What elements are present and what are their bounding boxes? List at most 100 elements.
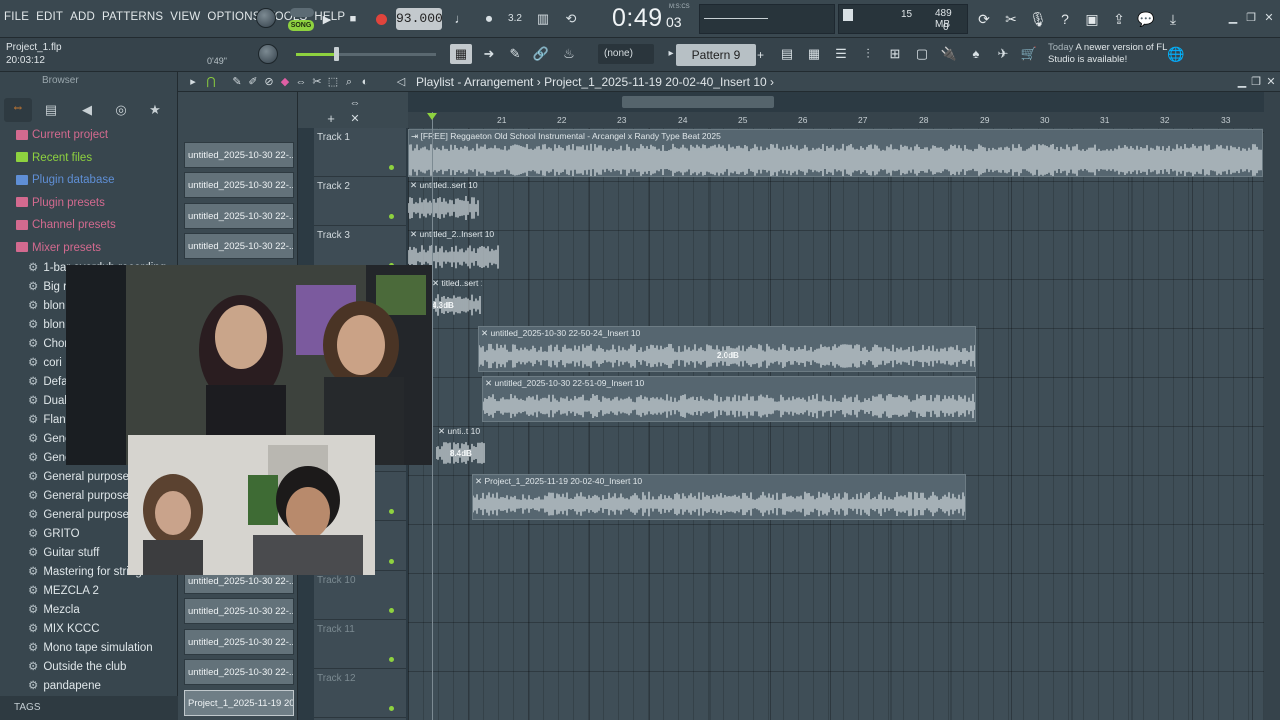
tuner-icon[interactable]: ♠ (965, 44, 987, 64)
stamp-icon[interactable]: ♨ (558, 44, 580, 64)
picker-clip-item[interactable]: untitled_2025-10-30 22-... (184, 598, 294, 624)
mixer-preset-item[interactable]: pandapene (0, 677, 178, 696)
mixer-preset-item[interactable]: MIX KCCC (0, 620, 178, 639)
track-header[interactable]: Track 11 (314, 620, 406, 669)
song-mode-toggle[interactable]: SONG (288, 20, 314, 31)
play-selection-icon[interactable]: ◐ (358, 75, 372, 89)
browser-speaker-tab[interactable]: ◀ (76, 101, 98, 119)
link-icon[interactable]: 🔗 (530, 44, 552, 64)
master-pitch-slider[interactable] (296, 47, 436, 61)
audio-clip[interactable]: ✕ untitled_2025-10-30 22-51-09_Insert 10 (482, 376, 976, 422)
news-panel[interactable]: Today A newer version of FL Studio is av… (1048, 42, 1168, 66)
download-icon[interactable]: ⤓ (1162, 9, 1184, 29)
browser-plugins-tab[interactable]: ◎ (110, 101, 132, 119)
track-header[interactable]: Track 1 (314, 128, 406, 177)
picker-clip-item[interactable]: untitled_2025-10-30 22-... (184, 659, 294, 685)
brush-icon[interactable]: ✎ (504, 44, 526, 64)
step-edit-icon[interactable]: ▥ (532, 9, 554, 29)
tags-bar[interactable]: TAGS (0, 696, 178, 720)
track-mute-led[interactable] (389, 558, 394, 564)
audio-clip[interactable]: ✕ titled..sert 10 4.3dB (430, 277, 482, 321)
picker-clip-item[interactable]: untitled_2025-10-30 22-... (184, 172, 294, 198)
browser-item-recent-files[interactable]: Recent files (0, 147, 178, 170)
mixer-icon[interactable]: ⫶ (857, 44, 879, 64)
menu-view[interactable]: VIEW (170, 11, 200, 23)
master-volume-knob[interactable] (256, 8, 276, 28)
zoom-icon[interactable]: ⌕ (342, 75, 356, 89)
menu-edit[interactable]: EDIT (36, 11, 63, 23)
menu-options[interactable]: OPTIONS (207, 11, 260, 23)
audio-clip[interactable]: ⇥ [FREE] Reggaeton Old School Instrument… (408, 129, 1263, 177)
pattern-mode-toggle[interactable] (290, 8, 314, 17)
picker-clip-item[interactable]: untitled_2025-10-30 22-... (184, 629, 294, 655)
plugin-icon[interactable]: 🔌 (938, 44, 960, 64)
cut-icon[interactable]: ✂ (1000, 9, 1022, 29)
browser-all-tab[interactable]: ⇔ (4, 98, 32, 122)
chat-icon[interactable]: 💬 (1135, 9, 1157, 29)
channel-rack-icon[interactable]: ☰ (830, 44, 852, 64)
add-pattern-button[interactable]: + (757, 44, 769, 66)
tempo-display[interactable]: 93.000 (396, 8, 443, 30)
loop-record-icon[interactable]: ⟲ (560, 9, 582, 29)
oscilloscope-monitor[interactable] (699, 4, 835, 34)
sample-icon[interactable]: ✈ (992, 44, 1014, 64)
track-header[interactable]: Track 2 (314, 177, 406, 227)
song-time[interactable]: 0:49 (612, 4, 663, 33)
slip-icon[interactable]: ⇔ (294, 75, 308, 89)
track-mute-led[interactable] (389, 214, 394, 220)
track-mute-led[interactable] (389, 706, 394, 712)
close-icon[interactable]: ✕ (1262, 11, 1276, 25)
pencil-icon[interactable]: ✎ (230, 75, 244, 89)
track-header[interactable]: Track 12 (314, 669, 406, 719)
mic-icon[interactable]: 🎙 (1027, 9, 1049, 29)
piano-roll-icon[interactable]: ▦ (803, 44, 825, 64)
playlist-restore-icon[interactable]: ❐ (1249, 75, 1263, 89)
mixer-preset-item[interactable]: MEZCLA 2 (0, 582, 178, 601)
delete-icon[interactable]: ⊘ (262, 75, 276, 89)
snap-select[interactable]: (none) (598, 44, 654, 64)
mute-icon[interactable]: ◆ (278, 75, 292, 89)
picker-clip-item[interactable]: Project_1_2025-11-19 20... (184, 690, 294, 716)
browser-item-current-project[interactable]: Current project (0, 124, 178, 147)
menu-add[interactable]: ADD (70, 11, 95, 23)
cpu-memory-panel[interactable]: 15 489 MB 0 (838, 4, 968, 34)
pitch-knob[interactable] (258, 44, 278, 64)
track-mute-led[interactable] (389, 509, 394, 515)
mixer-preset-item[interactable]: Outside the club (0, 658, 178, 677)
picker-clip-item[interactable]: untitled_2025-10-30 22-... (184, 203, 294, 229)
export-icon[interactable]: ⇪ (1108, 9, 1130, 29)
browser-star-tab[interactable]: ★ (144, 101, 166, 119)
remove-track-icon[interactable]: ✕ (348, 112, 362, 126)
menu-patterns[interactable]: PATTERNS (102, 11, 163, 23)
audio-clip[interactable]: ✕ untitled_2025-10-30 22-50-24_Insert 10… (478, 326, 976, 372)
metronome-icon[interactable]: ♩ (450, 9, 472, 29)
minimize-icon[interactable]: ▁ (1226, 11, 1240, 25)
playlist-close-icon[interactable]: ✕ (1264, 75, 1278, 89)
stop-button[interactable]: ■ (342, 8, 364, 30)
timeline-ruler[interactable]: 21 22 23 24 25 26 27 28 29 30 31 32 33 (408, 112, 1264, 128)
globe-icon[interactable]: 🌐 (1165, 44, 1187, 64)
play-button[interactable]: ▶ (316, 8, 338, 30)
audio-clip[interactable]: ✕ Project_1_2025-11-19 20-02-40_Insert 1… (472, 474, 966, 520)
help-icon[interactable]: ? (1054, 9, 1076, 29)
track-mute-led[interactable] (389, 165, 394, 170)
track-header[interactable]: Track 10 (314, 571, 406, 620)
audio-clip[interactable]: ✕ untitled..sert 10 (408, 179, 480, 225)
browser-files-tab[interactable]: ▤ (40, 101, 62, 119)
browser-item-plugin-presets[interactable]: Plugin presets (0, 192, 178, 215)
shop-icon[interactable]: 🛒 (1018, 44, 1040, 64)
mixer-preset-item[interactable]: Mono tape simulation (0, 639, 178, 658)
browser-item-mixer-presets[interactable]: Mixer presets (0, 237, 178, 260)
playhead-marker[interactable] (427, 113, 437, 120)
zoom-horizontal-icon[interactable]: ⇔ (348, 96, 362, 110)
picker-clip-item[interactable]: untitled_2025-10-30 22-... (184, 233, 294, 259)
browser-item-plugin-database[interactable]: Plugin database (0, 169, 178, 192)
slice-icon[interactable]: ✂ (310, 75, 324, 89)
pattern-selector[interactable]: Pattern 9 (676, 44, 756, 66)
playlist-grid[interactable] (408, 128, 1264, 720)
browser-tree-icon[interactable]: ⊞ (884, 44, 906, 64)
playlist-icon[interactable]: ▤ (776, 44, 798, 64)
arrow-icon[interactable]: ➜ (478, 44, 500, 64)
magnet-icon[interactable]: ⋂ (204, 75, 218, 89)
add-track-icon[interactable]: + (324, 112, 338, 126)
